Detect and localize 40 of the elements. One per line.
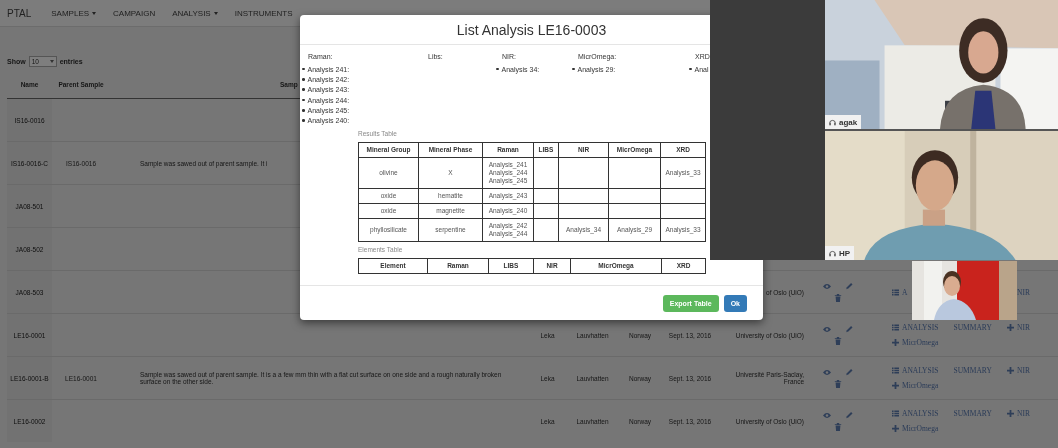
trash-icon[interactable] <box>833 422 842 431</box>
nav-link[interactable]: CAMPAIGN <box>113 8 156 18</box>
list-icon <box>892 410 899 417</box>
pencil-icon[interactable] <box>844 282 853 290</box>
plus-icon <box>1007 324 1015 331</box>
bullet-icon <box>302 119 305 122</box>
eye-icon[interactable] <box>822 368 831 376</box>
plus-icon <box>892 339 899 346</box>
list-icon <box>892 367 899 374</box>
bullet-icon <box>496 67 499 71</box>
brand-name[interactable]: PTAL <box>7 7 32 19</box>
pencil-icon[interactable] <box>844 411 853 419</box>
plus-icon <box>892 425 899 432</box>
participant-name: agak <box>839 117 858 127</box>
eye-icon[interactable] <box>822 282 831 290</box>
plus-icon <box>1007 367 1015 374</box>
bullet-icon <box>302 109 305 112</box>
trash-icon[interactable] <box>833 379 842 388</box>
plus-icon <box>892 382 899 389</box>
nav-link[interactable]: ANALYSIS <box>172 8 218 18</box>
caret-icon <box>49 59 54 63</box>
bullet-icon <box>302 98 305 102</box>
nav-link[interactable]: INSTRUMENTS <box>234 8 293 18</box>
eye-icon[interactable] <box>822 325 831 333</box>
nav-link[interactable]: SAMPLES <box>51 8 97 18</box>
bullet-icon <box>302 67 305 71</box>
list-icon <box>892 324 899 331</box>
trash-icon[interactable] <box>833 293 842 302</box>
list-icon <box>892 288 899 296</box>
pencil-icon[interactable] <box>844 325 853 333</box>
bullet-icon <box>689 67 692 71</box>
bullet-icon <box>302 88 305 91</box>
modal-title: List Analysis LE16-0003 <box>456 21 607 38</box>
eye-icon[interactable] <box>822 411 831 419</box>
bullet-icon <box>302 78 305 81</box>
trash-icon[interactable] <box>833 336 842 345</box>
plus-icon <box>1007 410 1015 417</box>
headset-icon <box>829 118 836 126</box>
bullet-icon <box>572 67 575 71</box>
pencil-icon[interactable] <box>844 368 853 376</box>
